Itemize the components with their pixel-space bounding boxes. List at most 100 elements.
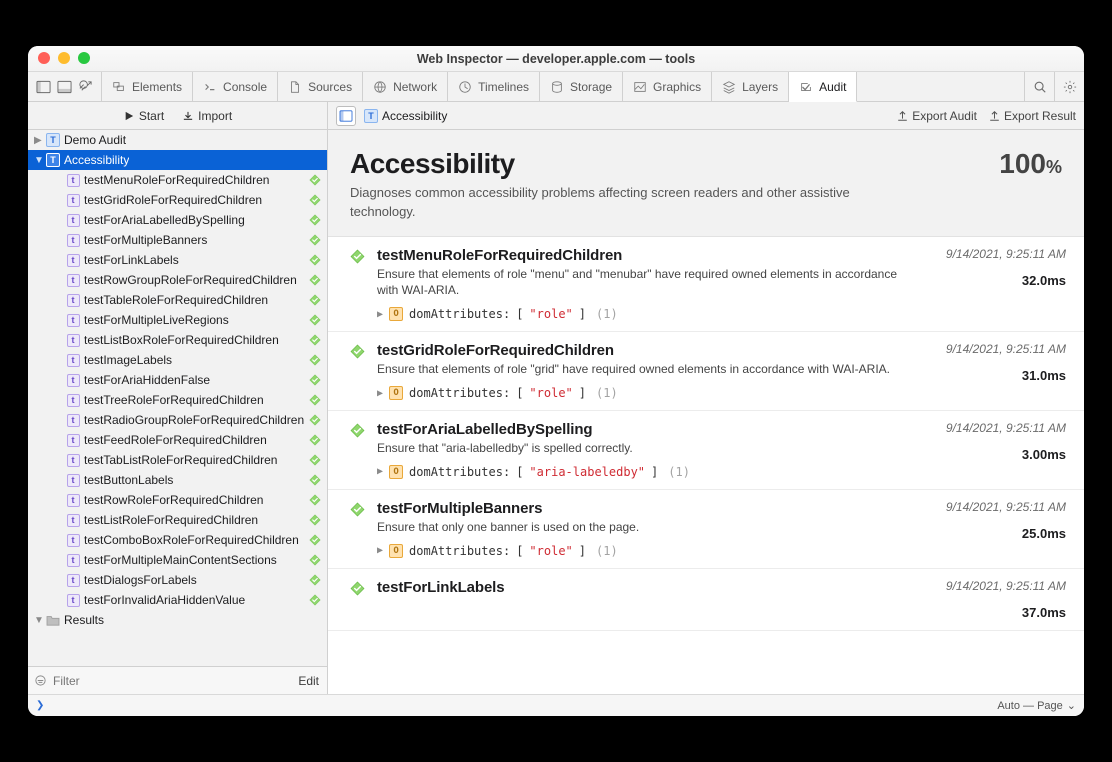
filter-input[interactable]	[53, 671, 292, 691]
test-case-icon: t	[67, 414, 80, 427]
tree-item-label: testTabListRoleForRequiredChildren	[84, 453, 277, 467]
sidebar-test-item[interactable]: ttestImageLabels	[28, 350, 327, 370]
tree-item-label: testRowRoleForRequiredChildren	[84, 493, 263, 507]
sidebar-test-item[interactable]: ttestFeedRoleForRequiredChildren	[28, 430, 327, 450]
test-case-icon: t	[67, 474, 80, 487]
start-button[interactable]: Start	[123, 109, 164, 123]
dom-attr: "role"	[529, 307, 572, 321]
disclosure-triangle[interactable]: ▶	[377, 545, 383, 556]
page-context-selector[interactable]: Auto — Page	[997, 700, 1062, 712]
disclosure-triangle[interactable]: ▶	[377, 466, 383, 477]
sidebar-test-item[interactable]: ttestComboBoxRoleForRequiredChildren	[28, 530, 327, 550]
tab-sources[interactable]: Sources	[278, 72, 363, 101]
tab-elements[interactable]: Elements	[102, 72, 193, 101]
sidebar-test-item[interactable]: ttestRowRoleForRequiredChildren	[28, 490, 327, 510]
import-button[interactable]: Import	[182, 109, 232, 123]
sidebar-test-item[interactable]: ttestForMultipleLiveRegions	[28, 310, 327, 330]
tab-audit[interactable]: Audit	[789, 72, 857, 102]
tab-network[interactable]: Network	[363, 72, 448, 101]
sidebar-test-item[interactable]: ttestForMultipleBanners	[28, 230, 327, 250]
minimize-window-button[interactable]	[58, 52, 70, 64]
export-audit-button[interactable]: Export Audit	[897, 109, 977, 123]
dom-count: (1)	[668, 465, 690, 479]
tree-item-label: testForMultipleBanners	[84, 233, 207, 247]
sidebar-test-item[interactable]: ttestDialogsForLabels	[28, 570, 327, 590]
dock-left-icon[interactable]	[36, 80, 51, 94]
pass-badge-icon	[309, 294, 321, 306]
pass-badge-icon	[309, 594, 321, 606]
bracket: [	[516, 307, 523, 321]
sidebar-test-item[interactable]: ttestRowGroupRoleForRequiredChildren	[28, 270, 327, 290]
disclosure-triangle[interactable]: ▶	[377, 388, 383, 399]
sidebar-test-item[interactable]: ttestForAriaLabelledBySpelling	[28, 210, 327, 230]
object-icon: O	[389, 544, 403, 558]
results-list: testMenuRoleForRequiredChildren Ensure t…	[328, 237, 1084, 694]
tab-storage[interactable]: Storage	[540, 72, 623, 101]
pass-badge-icon	[309, 174, 321, 186]
network-icon	[373, 80, 387, 94]
dom-attributes-line[interactable]: ▶ O domAttributes: ["role"] (1)	[377, 386, 904, 400]
dom-attributes-line[interactable]: ▶ O domAttributes: ["aria-labeledby"] (1…	[377, 465, 904, 479]
tree-item-label: testForAriaHiddenFalse	[84, 373, 210, 387]
test-case-icon: t	[67, 294, 80, 307]
sidebar-item-demo[interactable]: ▶TDemo Audit	[28, 130, 327, 150]
export-result-button[interactable]: Export Result	[989, 109, 1076, 123]
sidebar-test-item[interactable]: ttestButtonLabels	[28, 470, 327, 490]
sidebar-test-item[interactable]: ttestListBoxRoleForRequiredChildren	[28, 330, 327, 350]
zoom-window-button[interactable]	[78, 52, 90, 64]
tab-graphics[interactable]: Graphics	[623, 72, 712, 101]
tree-item-label: Demo Audit	[64, 133, 126, 147]
close-window-button[interactable]	[38, 52, 50, 64]
disclosure-triangle[interactable]: ▶	[377, 309, 383, 320]
sidebar-test-item[interactable]: ttestForAriaHiddenFalse	[28, 370, 327, 390]
disclosure-triangle[interactable]: ▼	[34, 155, 46, 166]
tree-item-label: testTreeRoleForRequiredChildren	[84, 393, 264, 407]
breadcrumb[interactable]: T Accessibility	[364, 109, 447, 123]
sidebar-item-accessibility[interactable]: ▼TAccessibility	[28, 150, 327, 170]
tree-item-label: testForLinkLabels	[84, 253, 179, 267]
tab-timelines[interactable]: Timelines	[448, 72, 540, 101]
tree-item-label: testFeedRoleForRequiredChildren	[84, 433, 267, 447]
tree-item-label: testForMultipleMainContentSections	[84, 553, 277, 567]
sidebar-test-item[interactable]: ttestMenuRoleForRequiredChildren	[28, 170, 327, 190]
result-description: Ensure that "aria-labelledby" is spelled…	[377, 440, 904, 457]
search-button[interactable]	[1024, 72, 1054, 101]
sidebar-test-item[interactable]: ttestGridRoleForRequiredChildren	[28, 190, 327, 210]
pass-badge-icon	[309, 454, 321, 466]
sidebar-test-item[interactable]: ttestTableRoleForRequiredChildren	[28, 290, 327, 310]
tree-item-label: testListBoxRoleForRequiredChildren	[84, 333, 279, 347]
disclosure-triangle[interactable]: ▶	[34, 135, 46, 146]
sidebar-test-item[interactable]: ttestTreeRoleForRequiredChildren	[28, 390, 327, 410]
pass-badge-icon	[309, 194, 321, 206]
disclosure-triangle[interactable]: ▼	[34, 615, 46, 626]
dock-bottom-icon[interactable]	[57, 80, 72, 94]
settings-button[interactable]	[1054, 72, 1084, 101]
edit-button[interactable]: Edit	[298, 674, 321, 688]
dom-attributes-line[interactable]: ▶ O domAttributes: ["role"] (1)	[377, 307, 904, 321]
result-row: testForLinkLabels 9/14/2021, 9:25:11 AM …	[328, 569, 1084, 631]
dock-controls	[28, 72, 102, 101]
pass-badge-icon	[350, 342, 365, 359]
tab-layers[interactable]: Layers	[712, 72, 789, 101]
console-toggle-button[interactable]: ❯	[36, 700, 44, 711]
sidebar-item-results[interactable]: ▼Results	[28, 610, 327, 630]
tree-item-label: testListRoleForRequiredChildren	[84, 513, 258, 527]
tree-item-label: testRadioGroupRoleForRequiredChildren	[84, 413, 304, 427]
tab-console[interactable]: Console	[193, 72, 278, 101]
test-case-icon: t	[67, 314, 80, 327]
export-audit-label: Export Audit	[912, 109, 977, 123]
dom-attr: "role"	[529, 544, 572, 558]
sidebar-test-item[interactable]: ttestForInvalidAriaHiddenValue	[28, 590, 327, 610]
layers-icon	[722, 80, 736, 94]
pass-badge-icon	[309, 554, 321, 566]
sidebar-test-item[interactable]: t testRadioGroupRoleForRequiredChildren	[28, 410, 327, 430]
sidebar-test-item[interactable]: ttestTabListRoleForRequiredChildren	[28, 450, 327, 470]
import-icon	[182, 110, 194, 122]
sidebar-test-item[interactable]: ttestForLinkLabels	[28, 250, 327, 270]
toggle-navigation-sidebar-button[interactable]	[336, 106, 356, 126]
sidebar-test-item[interactable]: ttestListRoleForRequiredChildren	[28, 510, 327, 530]
dom-attributes-line[interactable]: ▶ O domAttributes: ["role"] (1)	[377, 544, 904, 558]
bracket: ]	[579, 307, 586, 321]
sidebar-test-item[interactable]: ttestForMultipleMainContentSections	[28, 550, 327, 570]
dock-detach-icon[interactable]	[78, 80, 93, 94]
